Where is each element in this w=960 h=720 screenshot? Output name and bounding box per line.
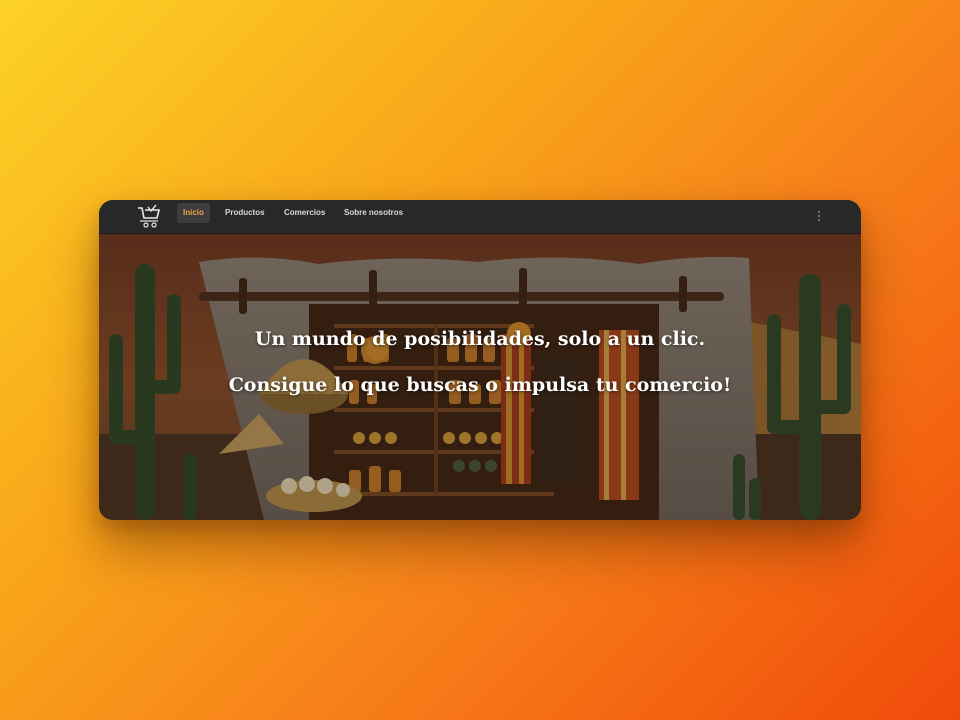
hero-headline: Un mundo de posibilidades, solo a un cli… xyxy=(254,328,706,350)
nav-link-sobre-nosotros[interactable]: Sobre nosotros xyxy=(338,203,409,223)
nav-link-inicio[interactable]: Inicio xyxy=(177,203,210,223)
shopping-cart-logo-icon xyxy=(138,204,161,228)
navbar: Inicio Productos Comercios Sobre nosotro… xyxy=(99,200,861,234)
hero-banner: Un mundo de posibilidades, solo a un cli… xyxy=(99,234,861,520)
nav-link-comercios[interactable]: Comercios xyxy=(278,203,331,223)
logo[interactable] xyxy=(135,202,163,230)
nav-link-productos[interactable]: Productos xyxy=(219,203,271,223)
kebab-menu-icon[interactable] xyxy=(813,209,825,223)
browser-window: Inicio Productos Comercios Sobre nosotro… xyxy=(99,200,861,520)
hero-subheadline: Consigue lo que buscas o impulsa tu come… xyxy=(228,374,732,396)
